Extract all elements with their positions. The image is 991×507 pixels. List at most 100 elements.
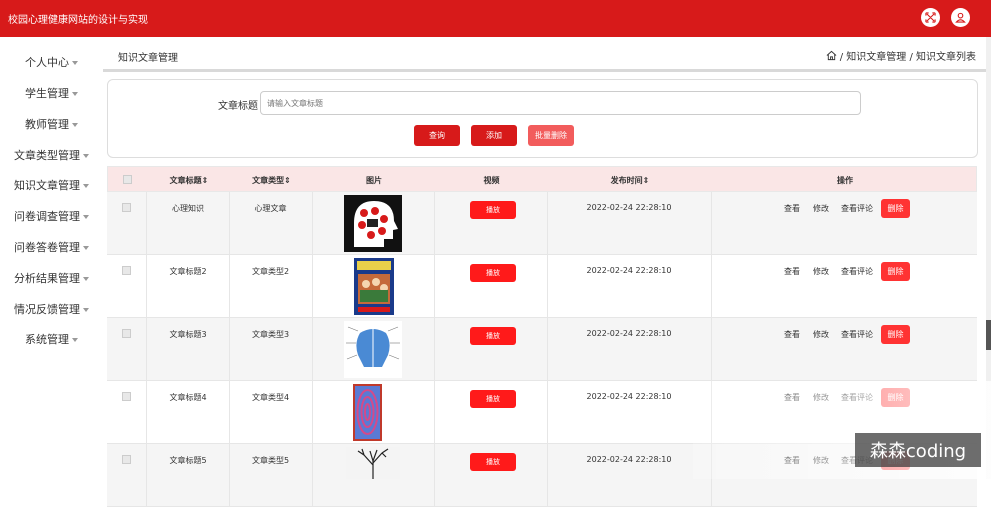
play-button[interactable]: 播放	[470, 264, 516, 282]
chevron-down-icon	[72, 61, 78, 65]
column-divider	[312, 255, 313, 318]
column-divider	[146, 381, 147, 444]
th-type[interactable]: 文章类型⇕	[230, 175, 313, 186]
cell-time: 2022-02-24 22:28:10	[586, 392, 672, 401]
row-checkbox[interactable]	[122, 329, 131, 338]
row-checkbox[interactable]	[122, 455, 131, 464]
fullscreen-icon[interactable]	[921, 8, 940, 27]
view-comments-link[interactable]: 查看评论	[841, 203, 873, 214]
table-row: 文章标题2 文章类型2 播放 2022-02-24 22:28:10 查看 修改…	[107, 255, 977, 318]
view-comments-link[interactable]: 查看评论	[841, 266, 873, 277]
scrollbar-thumb[interactable]	[986, 320, 991, 350]
chevron-down-icon	[83, 184, 89, 188]
search-input[interactable]	[260, 91, 861, 115]
column-divider	[711, 255, 712, 318]
cell-title: 文章标题2	[169, 267, 207, 276]
user-icon[interactable]	[951, 8, 970, 27]
sidebar-item-analysis-results[interactable]: 分析结果管理	[0, 270, 103, 286]
th-time[interactable]: 发布时间⇕	[548, 175, 712, 186]
sidebar-item-teachers[interactable]: 教师管理	[0, 116, 103, 132]
play-button[interactable]: 播放	[470, 390, 516, 408]
th-title-label: 文章标题	[169, 176, 202, 185]
sidebar-item-personal-center[interactable]: 个人中心	[0, 54, 103, 70]
cell-type: 文章类型2	[251, 267, 290, 276]
sidebar-item-label: 分析结果管理	[14, 272, 80, 285]
thumb-head-diagram-image	[344, 321, 402, 378]
search-panel: 文章标题 查询 添加 批量删除	[107, 79, 978, 158]
table-header: 文章标题⇕ 文章类型⇕ 图片 视频 发布时间⇕ 操作	[107, 166, 977, 192]
sidebar-item-label: 知识文章管理	[14, 179, 80, 192]
column-divider	[547, 255, 548, 318]
sidebar-item-label: 情况反馈管理	[14, 303, 80, 316]
chevron-down-icon	[83, 246, 89, 250]
app-title: 校园心理健康网站的设计与实现	[8, 15, 148, 26]
cell-time: 2022-02-24 22:28:10	[586, 203, 672, 212]
sidebar-item-label: 问卷调查管理	[14, 210, 80, 223]
sidebar-item-survey-answers[interactable]: 问卷答卷管理	[0, 239, 103, 255]
select-all-checkbox[interactable]	[123, 175, 132, 184]
sidebar-item-label: 系统管理	[25, 333, 69, 346]
sidebar-item-label: 个人中心	[25, 56, 69, 69]
th-actions-label: 操作	[837, 176, 853, 185]
view-link[interactable]: 查看	[784, 266, 800, 277]
batch-delete-button[interactable]: 批量删除	[528, 125, 574, 146]
cell-title: 心理知识	[172, 204, 204, 213]
chevron-down-icon	[72, 92, 78, 96]
delete-button[interactable]: 删除	[881, 199, 910, 218]
sidebar-item-label: 教师管理	[25, 118, 69, 131]
chevron-down-icon	[72, 123, 78, 127]
sidebar-item-feedback[interactable]: 情况反馈管理	[0, 301, 103, 317]
column-divider	[434, 444, 435, 507]
chevron-down-icon	[83, 277, 89, 281]
page-title: 知识文章管理	[118, 53, 178, 64]
sidebar-item-students[interactable]: 学生管理	[0, 85, 103, 101]
th-actions: 操作	[712, 175, 978, 186]
edit-link[interactable]: 修改	[813, 329, 829, 340]
view-link[interactable]: 查看	[784, 203, 800, 214]
delete-button[interactable]: 删除	[881, 325, 910, 344]
play-button[interactable]: 播放	[470, 201, 516, 219]
sidebar-item-knowledge-articles[interactable]: 知识文章管理	[0, 177, 103, 193]
add-button[interactable]: 添加	[471, 125, 517, 146]
column-divider	[146, 318, 147, 381]
th-time-label: 发布时间	[610, 176, 643, 185]
column-divider	[312, 318, 313, 381]
row-checkbox[interactable]	[122, 266, 131, 275]
chevron-down-icon	[83, 308, 89, 312]
breadcrumb-path[interactable]: / 知识文章管理 / 知识文章列表	[840, 48, 976, 63]
delete-button[interactable]: 删除	[881, 262, 910, 281]
row-checkbox[interactable]	[122, 392, 131, 401]
top-bar: 校园心理健康网站的设计与实现	[0, 0, 991, 37]
view-comments-link[interactable]: 查看评论	[841, 329, 873, 340]
view-link[interactable]: 查看	[784, 329, 800, 340]
query-button[interactable]: 查询	[414, 125, 460, 146]
home-icon[interactable]	[826, 50, 837, 61]
chevron-down-icon	[72, 338, 78, 342]
th-image-label: 图片	[366, 176, 382, 185]
sidebar-item-system[interactable]: 系统管理	[0, 331, 103, 347]
column-divider	[229, 255, 230, 318]
thumb-tree-image	[346, 447, 400, 479]
column-divider	[434, 318, 435, 381]
column-divider	[547, 318, 548, 381]
sidebar-item-surveys[interactable]: 问卷调查管理	[0, 208, 103, 224]
breadcrumb: / 知识文章管理 / 知识文章列表	[826, 48, 976, 63]
sidebar-item-article-types[interactable]: 文章类型管理	[0, 147, 103, 163]
play-button[interactable]: 播放	[470, 327, 516, 345]
sidebar: 个人中心 学生管理 教师管理 文章类型管理 知识文章管理 问卷调查管理 问卷答卷…	[0, 37, 103, 479]
edit-link[interactable]: 修改	[813, 203, 829, 214]
content-header: 知识文章管理 / 知识文章管理 / 知识文章列表	[103, 37, 986, 72]
play-button[interactable]: 播放	[470, 453, 516, 471]
user-glyph	[955, 12, 966, 23]
edit-link[interactable]: 修改	[813, 266, 829, 277]
column-divider	[434, 381, 435, 444]
cell-type: 文章类型5	[251, 456, 290, 465]
th-title[interactable]: 文章标题⇕	[148, 175, 230, 186]
column-divider	[547, 192, 548, 255]
column-divider	[229, 192, 230, 255]
cell-time: 2022-02-24 22:28:10	[586, 455, 672, 464]
column-divider	[434, 255, 435, 318]
column-divider	[146, 444, 147, 507]
column-divider	[146, 192, 147, 255]
row-checkbox[interactable]	[122, 203, 131, 212]
